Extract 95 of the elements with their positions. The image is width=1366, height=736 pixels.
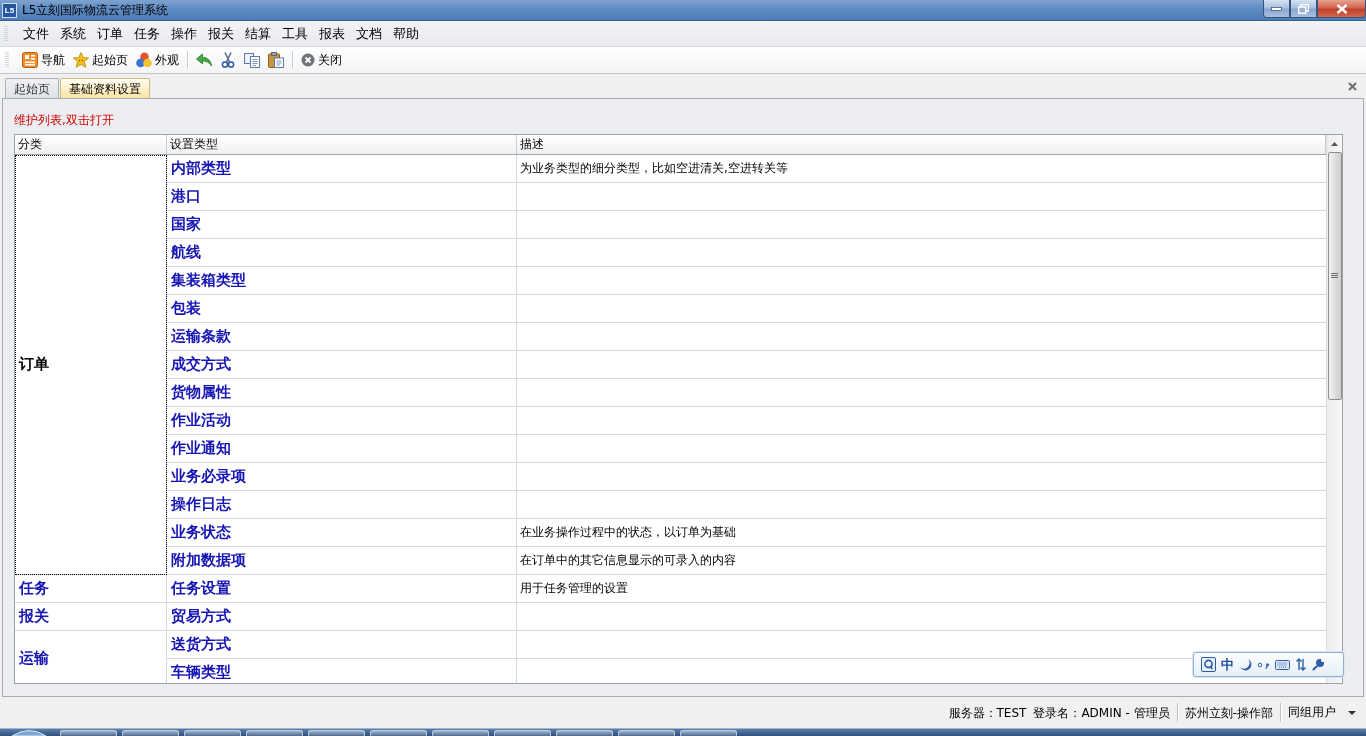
- taskbar-button[interactable]: [184, 730, 241, 736]
- menu-item[interactable]: 工具: [276, 23, 313, 44]
- tab[interactable]: 基础资料设置: [60, 78, 150, 98]
- setting-type-cell[interactable]: 附加数据项: [167, 547, 517, 575]
- scissors-icon: [220, 52, 236, 68]
- window-title: L5立刻国际物流云管理系统: [22, 3, 169, 18]
- keyboard-icon: [1275, 659, 1290, 670]
- setting-type-cell[interactable]: 业务必录项: [167, 463, 517, 491]
- taskbar-button[interactable]: [246, 730, 303, 736]
- menu-item[interactable]: 文件: [17, 23, 54, 44]
- setting-type-cell[interactable]: 作业活动: [167, 407, 517, 435]
- taskbar-button[interactable]: [432, 730, 489, 736]
- setting-type-cell[interactable]: 航线: [167, 239, 517, 267]
- menu-item[interactable]: 系统: [54, 23, 91, 44]
- menu-item[interactable]: 报关: [202, 23, 239, 44]
- grid-tile-icon: [22, 52, 38, 68]
- close-icon: [301, 53, 315, 67]
- setting-type-cell[interactable]: 国家: [167, 211, 517, 239]
- description-text: 为业务类型的细分类型，比如空进清关,空进转关等: [520, 160, 788, 177]
- menu-item[interactable]: 帮助: [387, 23, 424, 44]
- taskbar-button[interactable]: [122, 730, 179, 736]
- category-cell: 任务: [15, 575, 167, 603]
- setting-type-cell[interactable]: 集装箱类型: [167, 267, 517, 295]
- taskbar-button[interactable]: [618, 730, 675, 736]
- menu-item[interactable]: 操作: [165, 23, 202, 44]
- taskbar-button[interactable]: [370, 730, 427, 736]
- group-users-dropdown[interactable]: 同组用户: [1288, 704, 1356, 721]
- setting-type-cell[interactable]: 包装: [167, 295, 517, 323]
- setting-type-cell[interactable]: 送货方式: [167, 631, 517, 659]
- menu-item[interactable]: 结算: [239, 23, 276, 44]
- taskbar-button[interactable]: [308, 730, 365, 736]
- taskbar-button[interactable]: [680, 730, 737, 736]
- restore-button[interactable]: [1290, 0, 1317, 18]
- close-icon: [1335, 3, 1348, 14]
- menu-item[interactable]: 报表: [313, 23, 350, 44]
- description-text: 用于任务管理的设置: [520, 580, 628, 597]
- category-cell: 报关: [15, 603, 167, 631]
- column-header[interactable]: 设置类型: [167, 135, 517, 154]
- arrows-icon: [1295, 658, 1307, 671]
- wrench-icon: [1312, 658, 1325, 671]
- input-logo-icon: [1201, 657, 1216, 672]
- start-orb-icon: [12, 730, 46, 736]
- setting-type-cell[interactable]: 货物属性: [167, 379, 517, 407]
- server-label: 服务器：: [948, 704, 997, 721]
- menu-item[interactable]: 任务: [128, 23, 165, 44]
- setting-type-cell[interactable]: 成交方式: [167, 351, 517, 379]
- restore-icon: [1298, 3, 1309, 14]
- department-text: 苏州立刻-操作部: [1184, 704, 1273, 721]
- setting-type-cell[interactable]: 贸易方式: [167, 603, 517, 631]
- caret-icon: [1348, 710, 1356, 715]
- toolbar-button[interactable]: 起始页: [69, 50, 132, 70]
- close-icon: [1348, 81, 1357, 91]
- description-text: 在订单中的其它信息显示的可录入的内容: [520, 552, 736, 569]
- close-tab-button[interactable]: [1348, 81, 1357, 91]
- setting-type-cell[interactable]: 业务状态: [167, 519, 517, 547]
- setting-type-cell[interactable]: 任务设置: [167, 575, 517, 603]
- taskbar-button[interactable]: [494, 730, 551, 736]
- undo-icon: [196, 52, 212, 68]
- toolbar-button[interactable]: 外观: [132, 50, 183, 70]
- scrollbar-thumb[interactable]: [1327, 152, 1342, 400]
- taskbar-button[interactable]: [60, 730, 117, 736]
- minimize-button[interactable]: [1263, 0, 1290, 18]
- setting-type-cell[interactable]: 作业通知: [167, 435, 517, 463]
- setting-type-cell[interactable]: 运输条款: [167, 323, 517, 351]
- column-header[interactable]: 分类: [15, 135, 167, 154]
- ime-mode-button[interactable]: 中: [1221, 656, 1234, 673]
- server-value: TEST: [996, 704, 1027, 721]
- toolbar-button[interactable]: 导航: [18, 50, 69, 70]
- close-button[interactable]: 关闭: [297, 50, 346, 70]
- clipboard-icon: [268, 52, 284, 68]
- category-cell: 运输: [15, 631, 167, 683]
- balls-icon: [136, 52, 152, 68]
- menu-item[interactable]: 文档: [350, 23, 387, 44]
- menu-item[interactable]: 订单: [91, 23, 128, 44]
- tab[interactable]: 起始页: [5, 78, 59, 98]
- grip-icon: [5, 51, 9, 69]
- taskbar-button[interactable]: [556, 730, 613, 736]
- hint-text: 维护列表,双击打开: [14, 112, 114, 128]
- close-window-button[interactable]: [1317, 0, 1366, 18]
- category-cell: 订单: [15, 155, 167, 575]
- scrollbar-track[interactable]: [1326, 135, 1342, 683]
- copy-icon: [244, 52, 260, 68]
- setting-type-cell[interactable]: 港口: [167, 183, 517, 211]
- minimize-icon: [1271, 6, 1282, 11]
- setting-type-cell[interactable]: 操作日志: [167, 491, 517, 519]
- login-value: ADMIN - 管理员: [1081, 704, 1170, 721]
- grip-lines-icon: [1331, 273, 1338, 279]
- star-icon: [73, 52, 89, 68]
- login-label: 登录名：: [1033, 704, 1082, 721]
- up-arrow-icon: [1331, 141, 1338, 146]
- setting-type-cell[interactable]: 内部类型: [167, 155, 517, 183]
- description-text: 在业务操作过程中的状态，以订单为基础: [520, 524, 736, 541]
- app-logo: L5: [2, 3, 17, 18]
- moon-icon: [1239, 658, 1252, 671]
- setting-type-cell[interactable]: 车辆类型: [167, 659, 517, 683]
